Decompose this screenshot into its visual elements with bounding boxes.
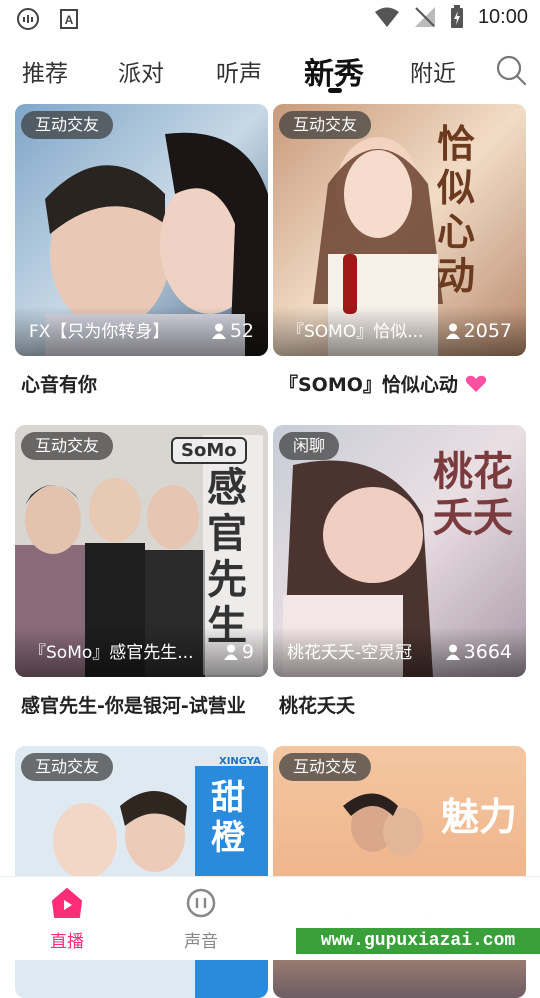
listener-count: 2057 [445,320,512,342]
poster-title: 甜橙 [211,778,245,858]
poster-badge: SoMo [171,437,247,464]
room-cover: 互动交友 FX【只为你转身】 52 [15,104,268,356]
room-cover: 闲聊 桃花夭夭 桃花夭夭-空灵冠 3664 [273,425,526,677]
live-play-icon [52,888,82,918]
tab-nearby[interactable]: 附近 [410,54,456,88]
room-cover: 互动交友 恰似心动 『SOMO』恰似... 2057 [273,104,526,356]
room-cover: 互动交友 XINGYA 甜橙 [15,746,268,998]
active-tab-indicator [328,88,342,93]
room-card[interactable]: 互动交友 FX【只为你转身】 52 心音有你 [15,104,268,396]
poster-title: 魅力 [441,794,518,839]
person-icon [223,644,238,660]
room-name: 桃花夭夭-空灵冠 [287,643,413,663]
room-name: 『SOMO』恰似... [287,322,424,342]
room-title: 『SOMO』恰似心动 [279,370,487,397]
room-title: 感官先生-你是银河-试营业 [21,695,246,717]
search-icon[interactable] [495,54,527,86]
nav-live[interactable]: 直播 [22,887,112,952]
tab-newcomer[interactable]: 新秀 [304,49,364,93]
nav-voice[interactable]: 声音 [156,887,246,952]
room-tag: 互动交友 [279,111,372,139]
room-name: 『SoMo』感官先生... [29,643,194,663]
voice-icon [186,888,216,918]
clock: 10:00 [477,5,528,28]
room-cover: 互动交友 魅力 [273,746,526,998]
poster-title: 桃花夭夭 [433,448,513,541]
poster-title: 恰似心动 [437,121,476,298]
no-signal-icon [414,7,435,27]
listener-count: 9 [223,641,254,663]
battery-charging-icon [450,5,463,28]
room-card[interactable]: 互动交友 恰似心动 『SOMO』恰似... 2057 『SOMO』恰似心动 [273,104,526,396]
listener-count: 52 [211,320,254,342]
room-tag: 互动交友 [21,111,114,139]
room-title: 桃花夭夭 [279,695,356,717]
room-card[interactable]: 闲聊 桃花夭夭 桃花夭夭-空灵冠 3664 桃花夭夭 [273,425,526,717]
poster-badge: XINGYA [219,756,261,767]
room-cover: 互动交友 SoMo 感官先生 『SoMo』感官先生... 9 [15,425,268,677]
tab-party[interactable]: 派对 [118,54,164,88]
wifi-icon [374,7,399,27]
room-tag: 互动交友 [21,432,114,460]
room-tag: 互动交友 [21,753,114,781]
audio-app-icon [17,8,39,30]
tab-recommend[interactable]: 推荐 [22,54,68,88]
room-name: FX【只为你转身】 [29,322,170,342]
poster-title: 感官先生 [207,465,247,649]
room-tag: 闲聊 [279,432,340,460]
room-tag: 互动交友 [279,753,372,781]
category-tabs: 推荐 派对 听声 新秀 附近 [0,48,540,98]
room-card[interactable]: 互动交友 魅力 [273,746,526,998]
room-card[interactable]: 互动交友 XINGYA 甜橙 [15,746,268,998]
watermark: 谷普软件园 www.gupuxiazai.com [296,876,540,960]
room-card[interactable]: 互动交友 SoMo 感官先生 『SoMo』感官先生... 9 感官先生-你是银河… [15,425,268,717]
tab-listen[interactable]: 听声 [216,54,262,88]
person-icon [211,323,226,339]
svg-text:A: A [65,13,74,27]
heart-sticker-icon [465,375,486,392]
listener-count: 3664 [445,641,512,663]
room-title: 心音有你 [21,374,98,396]
watermark-url: www.gupuxiazai.com [296,928,540,954]
a-notification-icon: A [60,9,78,29]
status-bar: A 10:00 [0,0,540,38]
person-icon [445,644,460,660]
person-icon [445,323,460,339]
